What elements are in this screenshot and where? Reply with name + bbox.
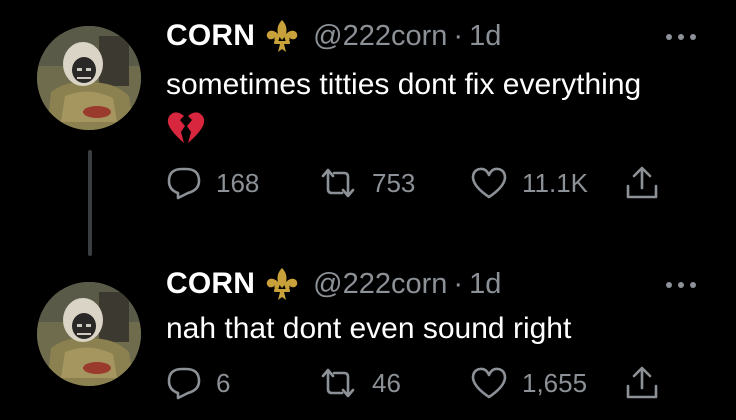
- display-name[interactable]: CORN: [166, 19, 255, 53]
- timestamp[interactable]: 1d: [469, 268, 501, 301]
- avatar[interactable]: [37, 26, 141, 130]
- reply-icon: [167, 167, 201, 200]
- retweet-button[interactable]: 753: [318, 166, 415, 200]
- display-name[interactable]: CORN: [166, 267, 255, 301]
- reply-count: 168: [216, 167, 260, 198]
- separator: ·: [453, 267, 464, 300]
- tweet[interactable]: CORN @222corn · 1d nah that dont even so…: [0, 258, 736, 420]
- tweet-header: CORN @222corn · 1d: [166, 266, 501, 302]
- reply-button[interactable]: 6: [166, 366, 230, 400]
- avatar[interactable]: [37, 282, 141, 386]
- more-options-icon[interactable]: [664, 30, 698, 42]
- heart-icon: [471, 367, 507, 399]
- share-icon: [626, 366, 658, 399]
- tweet-text: sometimes titties dont fix everything: [166, 68, 642, 101]
- more-options-icon[interactable]: [664, 278, 698, 290]
- retweet-button[interactable]: 46: [318, 366, 401, 400]
- thread-line: [88, 150, 92, 256]
- heart-icon: [471, 167, 507, 199]
- share-button[interactable]: [624, 366, 660, 400]
- retweet-icon: [321, 168, 355, 198]
- broken-heart-icon: [166, 108, 206, 148]
- handle[interactable]: @222corn: [313, 20, 447, 53]
- reply-count: 6: [216, 367, 231, 398]
- separator: ·: [453, 19, 464, 52]
- like-count: 1,655: [522, 367, 588, 398]
- tweet-header: CORN @222corn · 1d: [166, 18, 501, 54]
- share-icon: [626, 166, 658, 199]
- tweet-text: nah that dont even sound right: [166, 312, 572, 345]
- hooded-figure-avatar: [37, 282, 141, 386]
- hooded-figure-avatar: [37, 26, 141, 130]
- like-count: 11.1K: [522, 167, 589, 198]
- reply-button[interactable]: 168: [166, 166, 259, 200]
- like-button[interactable]: 11.1K: [470, 166, 588, 200]
- tweet[interactable]: CORN @222corn · 1d sometimes titties don…: [0, 0, 736, 258]
- retweet-count: 46: [372, 367, 401, 398]
- share-button[interactable]: [624, 166, 660, 200]
- retweet-icon: [321, 368, 355, 398]
- fleur-de-lis-icon: [265, 18, 299, 54]
- fleur-de-lis-icon: [265, 266, 299, 302]
- handle[interactable]: @222corn: [313, 268, 447, 301]
- timestamp[interactable]: 1d: [469, 20, 501, 53]
- reply-icon: [167, 367, 201, 400]
- like-button[interactable]: 1,655: [470, 366, 587, 400]
- retweet-count: 753: [372, 167, 416, 198]
